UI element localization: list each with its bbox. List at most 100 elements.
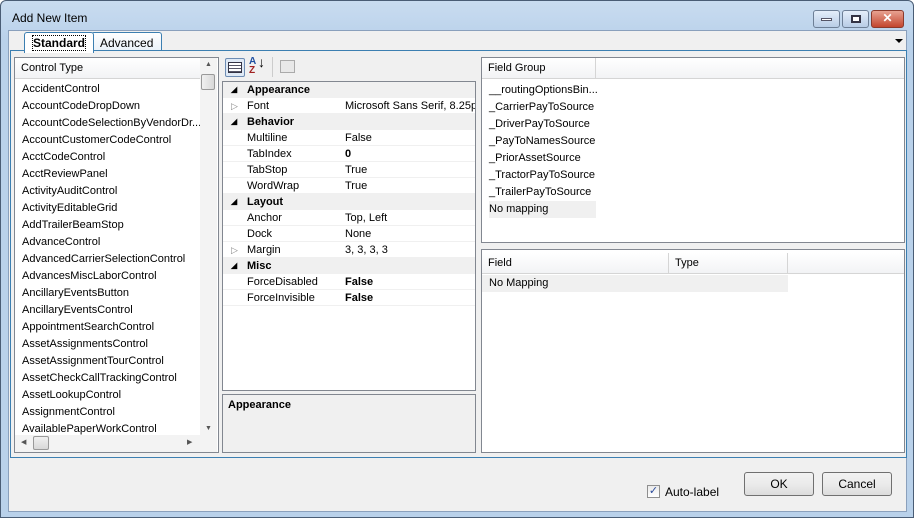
field-row[interactable]: No Mapping [482,275,788,292]
list-item[interactable]: AssignmentControl [22,404,115,421]
list-item[interactable]: AncillaryEventsControl [22,302,133,319]
property-name: Anchor [247,210,344,225]
list-item[interactable]: AdvancesMiscLaborControl [22,268,157,285]
cancel-button[interactable]: Cancel [822,472,892,496]
ok-button[interactable]: OK [744,472,814,496]
property-row[interactable]: Anchor Top, Left [223,210,475,226]
tab-standard[interactable]: Standard [24,32,95,53]
field-group-item[interactable]: _DriverPayToSource [489,116,596,133]
scroll-down-icon[interactable]: ▼ [200,425,217,432]
field-group-item[interactable]: _PayToNamesSource [489,133,596,150]
minimize-button[interactable] [813,10,840,28]
field-group-item[interactable]: __routingOptionsBin... [489,82,598,99]
checkmark-icon: ✓ [648,485,659,497]
window-title: Add New Item [12,11,88,25]
list-item[interactable]: AncillaryEventsButton [22,285,129,302]
list-item[interactable]: AccountCustomerCodeControl [22,132,171,149]
scroll-up-icon[interactable]: ▲ [200,61,217,68]
horizontal-scrollbar[interactable]: ◀ ▶ [15,435,217,452]
list-item[interactable]: AssetAssignmentTourControl [22,353,164,370]
list-item[interactable]: AcctCodeControl [22,149,105,166]
property-row[interactable]: Multiline False [223,130,475,146]
control-type-list[interactable]: Control Type AccidentControl AccountCodeD… [14,57,219,453]
property-value[interactable]: True [345,178,475,193]
property-grid[interactable]: ◢ Appearance ▷ Font Microsoft Sans Serif, 8.… [222,81,476,391]
blank-header [788,253,904,274]
list-item[interactable]: AccountCodeDropDown [22,98,140,115]
categorized-view-button[interactable] [225,58,245,77]
list-item[interactable]: AccidentControl [22,81,100,98]
alphabetical-view-button[interactable]: A Z ↓ [249,55,265,76]
list-item[interactable]: AccountCodeSelectionByVendorDr... [22,115,201,132]
property-row[interactable]: Dock None [223,226,475,242]
property-value[interactable]: False [345,274,475,289]
dialog-client: Standard Advanced Control Type AccidentC… [8,30,907,512]
property-value[interactable]: False [345,130,475,145]
field-header[interactable]: Field [482,253,669,274]
property-row[interactable]: ForceDisabled False [223,274,475,290]
property-description: Appearance [222,394,476,453]
h-scroll-thumb[interactable] [33,436,49,450]
property-category[interactable]: ◢ Layout [223,194,475,210]
list-item[interactable]: AssetAssignmentsControl [22,336,148,353]
list-item[interactable]: AssetCheckCallTrackingControl [22,370,177,387]
scroll-left-icon[interactable]: ◀ [21,438,26,446]
property-category[interactable]: ◢ Behavior [223,114,475,130]
tab-advanced[interactable]: Advanced [91,32,163,52]
property-category[interactable]: ◢ Misc [223,258,475,274]
property-row[interactable]: TabStop True [223,162,475,178]
property-value[interactable]: Top, Left [345,210,475,225]
type-header[interactable]: Type [669,253,788,274]
property-value[interactable]: False [345,290,475,305]
expand-icon[interactable]: ▷ [231,242,238,258]
list-item[interactable]: ActivityEditableGrid [22,200,117,217]
property-category[interactable]: ◢ Appearance [223,82,475,98]
field-group-list[interactable]: Field Group __routingOptionsBin... _Carri… [481,57,905,243]
property-row[interactable]: WordWrap True [223,178,475,194]
property-row[interactable]: ForceInvisible False [223,290,475,306]
list-item[interactable]: AssetLookupControl [22,387,121,404]
scroll-right-icon[interactable]: ▶ [187,438,192,446]
collapse-icon[interactable]: ◢ [231,194,237,210]
property-name: ForceInvisible [247,290,344,305]
field-group-item[interactable]: _TractorPayToSource [489,167,596,184]
list-item[interactable]: AdvanceControl [22,234,100,251]
control-type-header[interactable]: Control Type [15,58,201,79]
expand-icon[interactable]: ▷ [231,98,238,114]
collapse-icon[interactable]: ◢ [231,114,237,130]
tab-panel: Control Type AccidentControl AccountCodeD… [10,50,907,458]
property-name: WordWrap [247,178,344,193]
list-item[interactable]: AcctReviewPanel [22,166,108,183]
property-row[interactable]: TabIndex 0 [223,146,475,162]
field-group-item[interactable]: _CarrierPayToSource [489,99,596,116]
property-row[interactable]: ▷ Margin 3, 3, 3, 3 [223,242,475,258]
property-row[interactable]: ▷ Font Microsoft Sans Serif, 8.25pt [223,98,475,114]
list-item[interactable]: AppointmentSearchControl [22,319,154,336]
list-item[interactable]: ActivityAuditControl [22,183,117,200]
property-value[interactable]: 3, 3, 3, 3 [345,242,475,257]
field-list[interactable]: Field Type No Mapping [481,249,905,453]
close-button[interactable]: ✕ [871,10,904,28]
list-item[interactable]: AddTrailerBeamStop [22,217,124,234]
property-value[interactable]: 0 [345,146,475,161]
auto-label-text: Auto-label [665,485,720,499]
vertical-scrollbar[interactable]: ▲ ▼ [200,58,217,435]
list-item[interactable]: AdvancedCarrierSelectionControl [22,251,185,268]
property-value[interactable]: Microsoft Sans Serif, 8.25pt [345,98,475,113]
categorized-icon [228,62,242,73]
field-group-item[interactable]: No mapping [489,201,596,218]
dialog-window: Add New Item ✕ Standard Advanced Control… [0,0,914,518]
field-group-header[interactable]: Field Group [482,58,596,79]
property-value[interactable]: True [345,162,475,177]
collapse-icon[interactable]: ◢ [231,82,237,98]
property-name: Margin [247,242,344,257]
field-group-item[interactable]: _PriorAssetSource [489,150,596,167]
field-group-item[interactable]: _TrailerPayToSource [489,184,596,201]
tab-overflow-dropdown-icon[interactable] [895,39,903,43]
maximize-button[interactable] [842,10,869,28]
property-value[interactable]: None [345,226,475,241]
auto-label-checkbox[interactable]: ✓ [647,485,660,498]
description-title: Appearance [228,399,291,411]
scroll-thumb[interactable] [201,74,215,90]
collapse-icon[interactable]: ◢ [231,258,237,274]
